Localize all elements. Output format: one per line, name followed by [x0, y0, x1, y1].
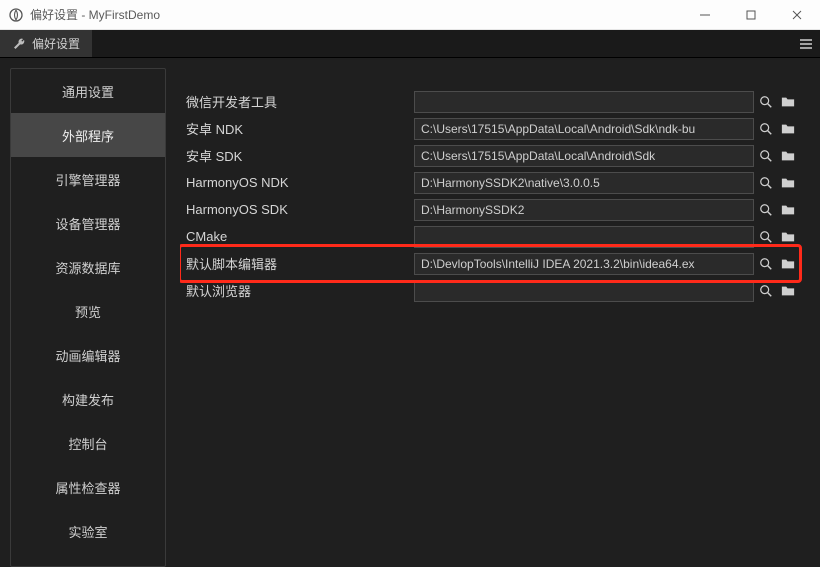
field-wrap: D:\HarmonySSDK2 — [414, 199, 798, 221]
field-wrap — [414, 280, 798, 302]
folder-icon[interactable] — [778, 145, 798, 167]
field-label: 默认浏览器 — [186, 281, 414, 300]
sidebar-item-label: 实验室 — [68, 522, 107, 541]
tab-label: 偏好设置 — [32, 35, 80, 52]
field-wrap: D:\HarmonySSDK2\native\3.0.0.5 — [414, 172, 798, 194]
sidebar-item-3[interactable]: 设备管理器 — [11, 201, 165, 245]
window-title: 偏好设置 - MyFirstDemo — [30, 6, 160, 23]
sidebar-item-4[interactable]: 资源数据库 — [11, 245, 165, 289]
sidebar-item-7[interactable]: 构建发布 — [11, 377, 165, 421]
search-icon[interactable] — [756, 253, 776, 275]
hamburger-menu-button[interactable] — [792, 30, 820, 57]
sidebar-item-label: 资源数据库 — [55, 258, 120, 277]
path-input[interactable] — [414, 91, 754, 113]
form-row-3: HarmonyOS NDKD:\HarmonySSDK2\native\3.0.… — [186, 169, 798, 196]
field-label: HarmonyOS SDK — [186, 202, 414, 217]
sidebar-item-2[interactable]: 引擎管理器 — [11, 157, 165, 201]
path-input[interactable]: C:\Users\17515\AppData\Local\Android\Sdk… — [414, 118, 754, 140]
folder-icon[interactable] — [778, 91, 798, 113]
search-icon[interactable] — [756, 172, 776, 194]
path-input[interactable]: D:\HarmonySSDK2 — [414, 199, 754, 221]
sidebar-item-label: 引擎管理器 — [55, 170, 120, 189]
field-label: CMake — [186, 229, 414, 244]
field-label: 安卓 NDK — [186, 119, 414, 138]
search-icon[interactable] — [756, 145, 776, 167]
path-input[interactable] — [414, 280, 754, 302]
path-input[interactable] — [414, 226, 754, 248]
close-button[interactable] — [774, 0, 820, 30]
field-label: 安卓 SDK — [186, 146, 414, 165]
form-row-1: 安卓 NDKC:\Users\17515\AppData\Local\Andro… — [186, 115, 798, 142]
field-wrap: D:\DevlopTools\IntelliJ IDEA 2021.3.2\bi… — [414, 253, 798, 275]
sidebar-item-9[interactable]: 属性检查器 — [11, 465, 165, 509]
folder-icon[interactable] — [778, 253, 798, 275]
tab-preferences[interactable]: 偏好设置 — [0, 30, 92, 57]
sidebar-item-10[interactable]: 实验室 — [11, 509, 165, 553]
folder-icon[interactable] — [778, 226, 798, 248]
folder-icon[interactable] — [778, 280, 798, 302]
sidebar-item-label: 预览 — [75, 302, 101, 321]
search-icon[interactable] — [756, 91, 776, 113]
search-icon[interactable] — [756, 280, 776, 302]
folder-icon[interactable] — [778, 172, 798, 194]
sidebar-item-5[interactable]: 预览 — [11, 289, 165, 333]
app-icon — [8, 7, 24, 23]
field-wrap — [414, 91, 798, 113]
minimize-button[interactable] — [682, 0, 728, 30]
form-row-5: CMake — [186, 223, 798, 250]
sidebar-item-label: 设备管理器 — [55, 214, 120, 233]
sidebar: 通用设置外部程序引擎管理器设备管理器资源数据库预览动画编辑器构建发布控制台属性检… — [10, 68, 166, 567]
field-label: 默认脚本编辑器 — [186, 254, 414, 273]
window-titlebar: 偏好设置 - MyFirstDemo — [0, 0, 820, 30]
search-icon[interactable] — [756, 199, 776, 221]
sidebar-item-6[interactable]: 动画编辑器 — [11, 333, 165, 377]
folder-icon[interactable] — [778, 118, 798, 140]
sidebar-item-label: 动画编辑器 — [55, 346, 120, 365]
sidebar-item-0[interactable]: 通用设置 — [11, 69, 165, 113]
sidebar-item-label: 外部程序 — [62, 126, 114, 145]
form-row-7: 默认浏览器 — [186, 277, 798, 304]
maximize-button[interactable] — [728, 0, 774, 30]
field-label: 微信开发者工具 — [186, 92, 414, 111]
field-wrap: C:\Users\17515\AppData\Local\Android\Sdk… — [414, 118, 798, 140]
sidebar-item-label: 通用设置 — [62, 82, 114, 101]
search-icon[interactable] — [756, 118, 776, 140]
field-wrap — [414, 226, 798, 248]
sidebar-item-1[interactable]: 外部程序 — [11, 113, 165, 157]
form-row-0: 微信开发者工具 — [186, 88, 798, 115]
path-input[interactable]: C:\Users\17515\AppData\Local\Android\Sdk — [414, 145, 754, 167]
field-label: HarmonyOS NDK — [186, 175, 414, 190]
path-input[interactable]: D:\DevlopTools\IntelliJ IDEA 2021.3.2\bi… — [414, 253, 754, 275]
settings-form: 微信开发者工具安卓 NDKC:\Users\17515\AppData\Loca… — [180, 68, 816, 567]
client-area: 偏好设置 通用设置外部程序引擎管理器设备管理器资源数据库预览动画编辑器构建发布控… — [0, 30, 820, 567]
form-row-6: 默认脚本编辑器D:\DevlopTools\IntelliJ IDEA 2021… — [186, 250, 798, 277]
folder-icon[interactable] — [778, 199, 798, 221]
path-input[interactable]: D:\HarmonySSDK2\native\3.0.0.5 — [414, 172, 754, 194]
wrench-icon — [12, 37, 26, 51]
sidebar-item-label: 构建发布 — [62, 390, 114, 409]
sidebar-item-8[interactable]: 控制台 — [11, 421, 165, 465]
search-icon[interactable] — [756, 226, 776, 248]
tabbar: 偏好设置 — [0, 30, 820, 58]
workspace: 通用设置外部程序引擎管理器设备管理器资源数据库预览动画编辑器构建发布控制台属性检… — [0, 58, 820, 567]
form-row-2: 安卓 SDKC:\Users\17515\AppData\Local\Andro… — [186, 142, 798, 169]
field-wrap: C:\Users\17515\AppData\Local\Android\Sdk — [414, 145, 798, 167]
sidebar-item-label: 属性检查器 — [55, 478, 120, 497]
form-row-4: HarmonyOS SDKD:\HarmonySSDK2 — [186, 196, 798, 223]
sidebar-item-label: 控制台 — [68, 434, 107, 453]
